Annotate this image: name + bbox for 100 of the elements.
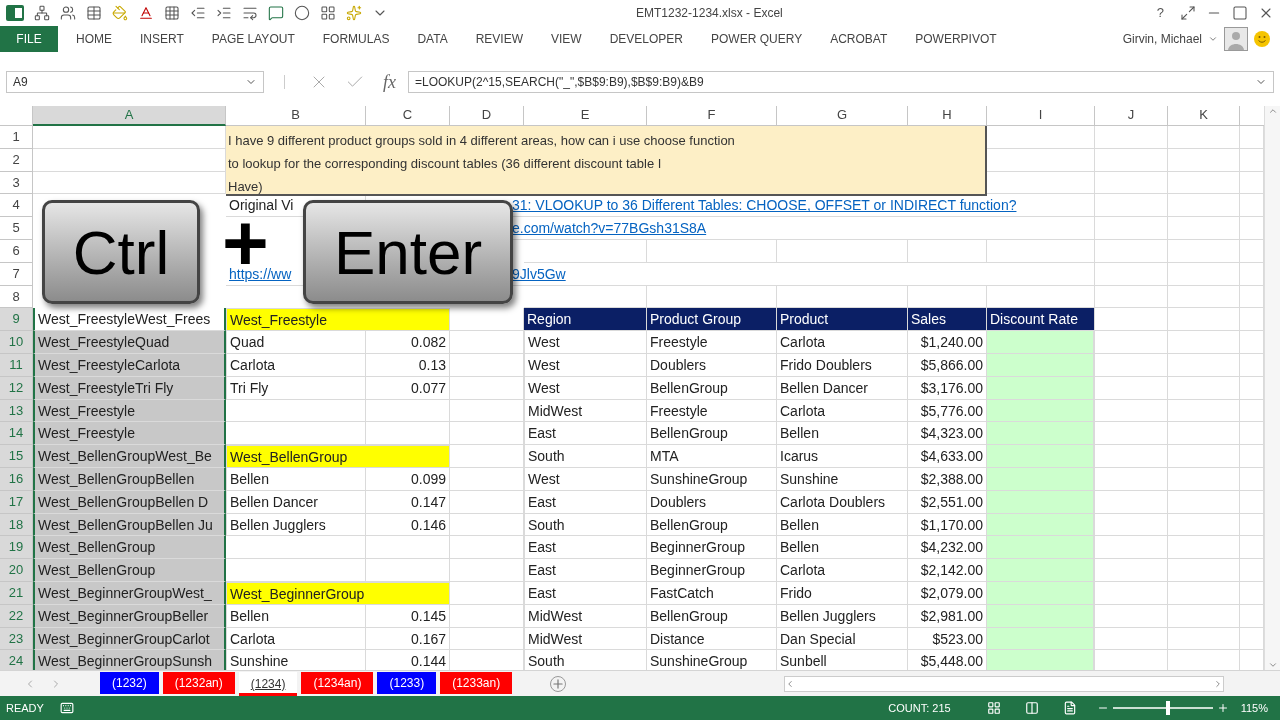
cell[interactable]: [1168, 262, 1240, 286]
cell[interactable]: [33, 148, 226, 172]
row-header[interactable]: 17: [0, 490, 33, 514]
row-header[interactable]: 9: [0, 308, 33, 332]
row-header[interactable]: 6: [0, 240, 33, 263]
row-header[interactable]: 2: [0, 148, 33, 172]
sheet-tab[interactable]: (1233an): [440, 672, 513, 694]
excel-logo-icon[interactable]: [6, 4, 24, 22]
ribbon-tab[interactable]: POWERPIVOT: [901, 26, 1011, 52]
cell[interactable]: West_BeginnerGroupWest_: [33, 581, 226, 605]
row-header[interactable]: 21: [0, 581, 33, 605]
indent-decrease-icon[interactable]: [190, 5, 206, 21]
normal-view-icon[interactable]: [986, 701, 1001, 715]
cell[interactable]: [226, 536, 366, 560]
cell[interactable]: [1095, 559, 1168, 582]
row-header[interactable]: 16: [0, 467, 33, 491]
column-header[interactable]: C: [366, 106, 450, 126]
cell[interactable]: [450, 627, 524, 651]
hyperlink[interactable]: https://ww: [229, 265, 292, 282]
cell[interactable]: [524, 240, 647, 263]
cell[interactable]: West_BeginnerGroupCarlot: [33, 627, 226, 651]
cell[interactable]: [1095, 422, 1168, 446]
column-header[interactable]: F: [647, 106, 777, 126]
cell[interactable]: [450, 445, 524, 468]
cell[interactable]: West_BeginnerGroupSunsh: [33, 650, 226, 670]
cell[interactable]: [1168, 581, 1240, 605]
zoom-level[interactable]: 115%: [1240, 699, 1268, 717]
account-caret-icon[interactable]: [1208, 34, 1218, 44]
cell[interactable]: [450, 513, 524, 537]
ribbon-tab[interactable]: ACROBAT: [816, 26, 902, 52]
cell[interactable]: [450, 331, 524, 354]
cell[interactable]: [1095, 240, 1168, 263]
scroll-right-icon[interactable]: [1213, 678, 1223, 689]
ribbon-tab[interactable]: DEVELOPER: [595, 26, 697, 52]
cell[interactable]: [1168, 353, 1240, 377]
cell[interactable]: [450, 376, 524, 400]
sheet-tab[interactable]: (1232): [100, 672, 159, 694]
cell[interactable]: [1095, 126, 1168, 149]
cell[interactable]: [450, 490, 524, 514]
row-header[interactable]: 14: [0, 422, 33, 446]
cell[interactable]: [1095, 171, 1168, 195]
cell[interactable]: [1168, 490, 1240, 514]
row-header[interactable]: 11: [0, 353, 33, 377]
column-header[interactable]: E: [524, 106, 647, 126]
cell[interactable]: [1168, 148, 1240, 172]
layout-grid-icon[interactable]: [320, 5, 336, 21]
ribbon-tab[interactable]: INSERT: [126, 26, 198, 52]
cell[interactable]: West_FreestyleTri Fly: [33, 376, 226, 400]
table-icon[interactable]: [86, 5, 102, 21]
name-box[interactable]: A9: [6, 71, 264, 93]
row-header[interactable]: 19: [0, 536, 33, 560]
row-header[interactable]: 1: [0, 126, 33, 149]
cell[interactable]: [1095, 399, 1168, 423]
cell[interactable]: [1095, 285, 1168, 309]
maximize-icon[interactable]: [1232, 5, 1248, 21]
macro-record-icon[interactable]: [59, 701, 74, 715]
scroll-up-icon[interactable]: [1267, 106, 1278, 116]
cell[interactable]: [1168, 399, 1240, 423]
page-break-view-icon[interactable]: [1062, 701, 1077, 715]
column-header[interactable]: B: [226, 106, 366, 126]
cell[interactable]: [1168, 536, 1240, 560]
cell[interactable]: [1095, 194, 1168, 218]
file-tab[interactable]: FILE: [0, 26, 58, 52]
ribbon-tab[interactable]: DATA: [403, 26, 462, 52]
cell[interactable]: [226, 559, 366, 582]
cell[interactable]: West_BellenGroupBellen: [33, 467, 226, 491]
cell[interactable]: [450, 536, 524, 560]
cell[interactable]: West_BellenGroupBellen Ju: [33, 513, 226, 537]
cell[interactable]: [777, 240, 908, 263]
cell[interactable]: [908, 240, 987, 263]
row-header[interactable]: 13: [0, 399, 33, 423]
sheet-tab[interactable]: (1233): [377, 672, 437, 694]
smiley-icon[interactable]: [1254, 31, 1270, 47]
zoom-in-icon[interactable]: [1216, 702, 1229, 714]
cell[interactable]: West_Freestyle: [33, 399, 226, 423]
sheet-tab[interactable]: (1234): [238, 672, 298, 696]
cell[interactable]: [1095, 331, 1168, 354]
sheet-tab[interactable]: (1232an): [162, 672, 235, 694]
column-header[interactable]: I: [987, 106, 1095, 126]
insert-function-button[interactable]: fx: [383, 68, 396, 96]
cell[interactable]: [450, 467, 524, 491]
cell[interactable]: [33, 126, 226, 149]
avatar-icon[interactable]: [1224, 27, 1248, 51]
cell[interactable]: [1168, 422, 1240, 446]
cell[interactable]: [1168, 308, 1240, 332]
sparkles-icon[interactable]: [346, 5, 362, 21]
circle-icon[interactable]: [294, 5, 310, 21]
cell[interactable]: [1095, 490, 1168, 514]
help-button[interactable]: ?: [1150, 3, 1170, 23]
cell[interactable]: [1168, 240, 1240, 263]
cell[interactable]: [450, 604, 524, 628]
row-header[interactable]: 24: [0, 650, 33, 670]
cell[interactable]: [1095, 308, 1168, 332]
cell[interactable]: [226, 399, 366, 423]
font-color-icon[interactable]: [138, 5, 154, 21]
cell[interactable]: [1168, 513, 1240, 537]
cell[interactable]: [1168, 126, 1240, 149]
cell[interactable]: [1095, 148, 1168, 172]
paint-bucket-icon[interactable]: [112, 5, 128, 21]
ribbon-tab[interactable]: POWER QUERY: [697, 26, 817, 52]
